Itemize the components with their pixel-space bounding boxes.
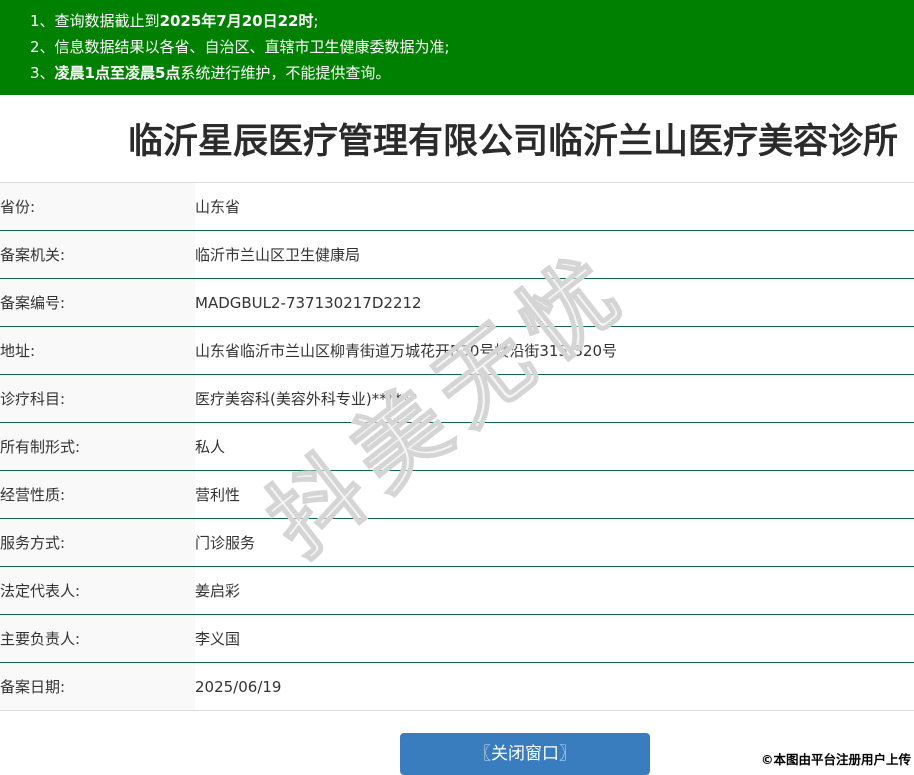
row-label: 所有制形式: — [0, 422, 195, 471]
table-row-legal-representative: 法定代表人: 姜启彩 — [0, 566, 914, 615]
title-section: 临沂星辰医疗管理有限公司临沂兰山医疗美容诊所 — [0, 95, 914, 182]
row-value: MADGBUL2-737130217D2212 — [195, 278, 914, 327]
row-value: 临沂市兰山区卫生健康局 — [195, 230, 914, 279]
row-value: 姜启彩 — [195, 566, 914, 615]
table-row-filing-date: 备案日期: 2025/06/19 — [0, 662, 914, 711]
notice-num: 1、 — [30, 12, 55, 30]
table-row-treatment-subjects: 诊疗科目: 医疗美容科(美容外科专业)****** — [0, 374, 914, 423]
row-value: 私人 — [195, 422, 914, 471]
row-label: 备案日期: — [0, 662, 195, 711]
row-value: 山东省临沂市兰山区柳青街道万城花开B30号楼沿街315-320号 — [195, 326, 914, 375]
notice-bar: 1、查询数据截止到2025年7月20日22时; 2、信息数据结果以各省、自治区、… — [0, 0, 914, 95]
row-label: 主要负责人: — [0, 614, 195, 663]
row-label: 服务方式: — [0, 518, 195, 567]
notice-text: 信息数据结果以各省、自治区、直辖市卫生健康委数据为准; — [54, 38, 450, 56]
row-label: 经营性质: — [0, 470, 195, 519]
notice-line-1: 1、查询数据截止到2025年7月20日22时; — [30, 8, 904, 34]
notice-text: 系统进行维护，不能提供查询。 — [180, 64, 391, 82]
notice-bold-text: 凌晨1点至凌晨5点 — [54, 64, 181, 82]
row-label: 诊疗科目: — [0, 374, 195, 423]
row-label: 地址: — [0, 326, 195, 375]
upload-attribution: ©本图由平台注册用户上传 — [760, 752, 911, 767]
row-label: 备案编号: — [0, 278, 195, 327]
notice-num: 2、 — [30, 38, 55, 56]
notice-num: 3、 — [30, 64, 55, 82]
row-value: 2025/06/19 — [195, 677, 282, 696]
table-row-province: 省份: 山东省 — [0, 182, 914, 231]
table-row-main-responsible-person: 主要负责人: 李义国 — [0, 614, 914, 663]
row-label: 法定代表人: — [0, 566, 195, 615]
row-label: 备案机关: — [0, 230, 195, 279]
table-row-ownership-form: 所有制形式: 私人 — [0, 422, 914, 471]
row-label: 省份: — [0, 182, 195, 231]
notice-line-2: 2、信息数据结果以各省、自治区、直辖市卫生健康委数据为准; — [30, 34, 904, 60]
table-row-address: 地址: 山东省临沂市兰山区柳青街道万城花开B30号楼沿街315-320号 — [0, 326, 914, 375]
table-row-service-mode: 服务方式: 门诊服务 — [0, 518, 914, 567]
table-row-business-nature: 经营性质: 营利性 — [0, 470, 914, 519]
table-row-filing-authority: 备案机关: 临沂市兰山区卫生健康局 — [0, 230, 914, 279]
notice-text: ; — [313, 12, 319, 30]
row-value: 山东省 — [195, 182, 914, 231]
notice-text: 查询数据截止到 — [54, 12, 160, 30]
row-value: 李义国 — [195, 614, 914, 663]
notice-line-3: 3、凌晨1点至凌晨5点系统进行维护，不能提供查询。 — [30, 60, 904, 86]
close-window-button[interactable]: 〖关闭窗口〗 — [400, 733, 650, 775]
table-row-filing-number: 备案编号: MADGBUL2-737130217D2212 — [0, 278, 914, 327]
row-value: 医疗美容科(美容外科专业)****** — [195, 374, 914, 423]
row-value: 营利性 — [195, 470, 914, 519]
row-value: 门诊服务 — [195, 518, 914, 567]
notice-bold-text: 2025年7月20日22时 — [159, 12, 314, 30]
page-title: 临沂星辰医疗管理有限公司临沂兰山医疗美容诊所 — [128, 122, 899, 162]
record-table: 省份: 山东省 备案机关: 临沂市兰山区卫生健康局 备案编号: MADGBUL2… — [0, 182, 914, 711]
